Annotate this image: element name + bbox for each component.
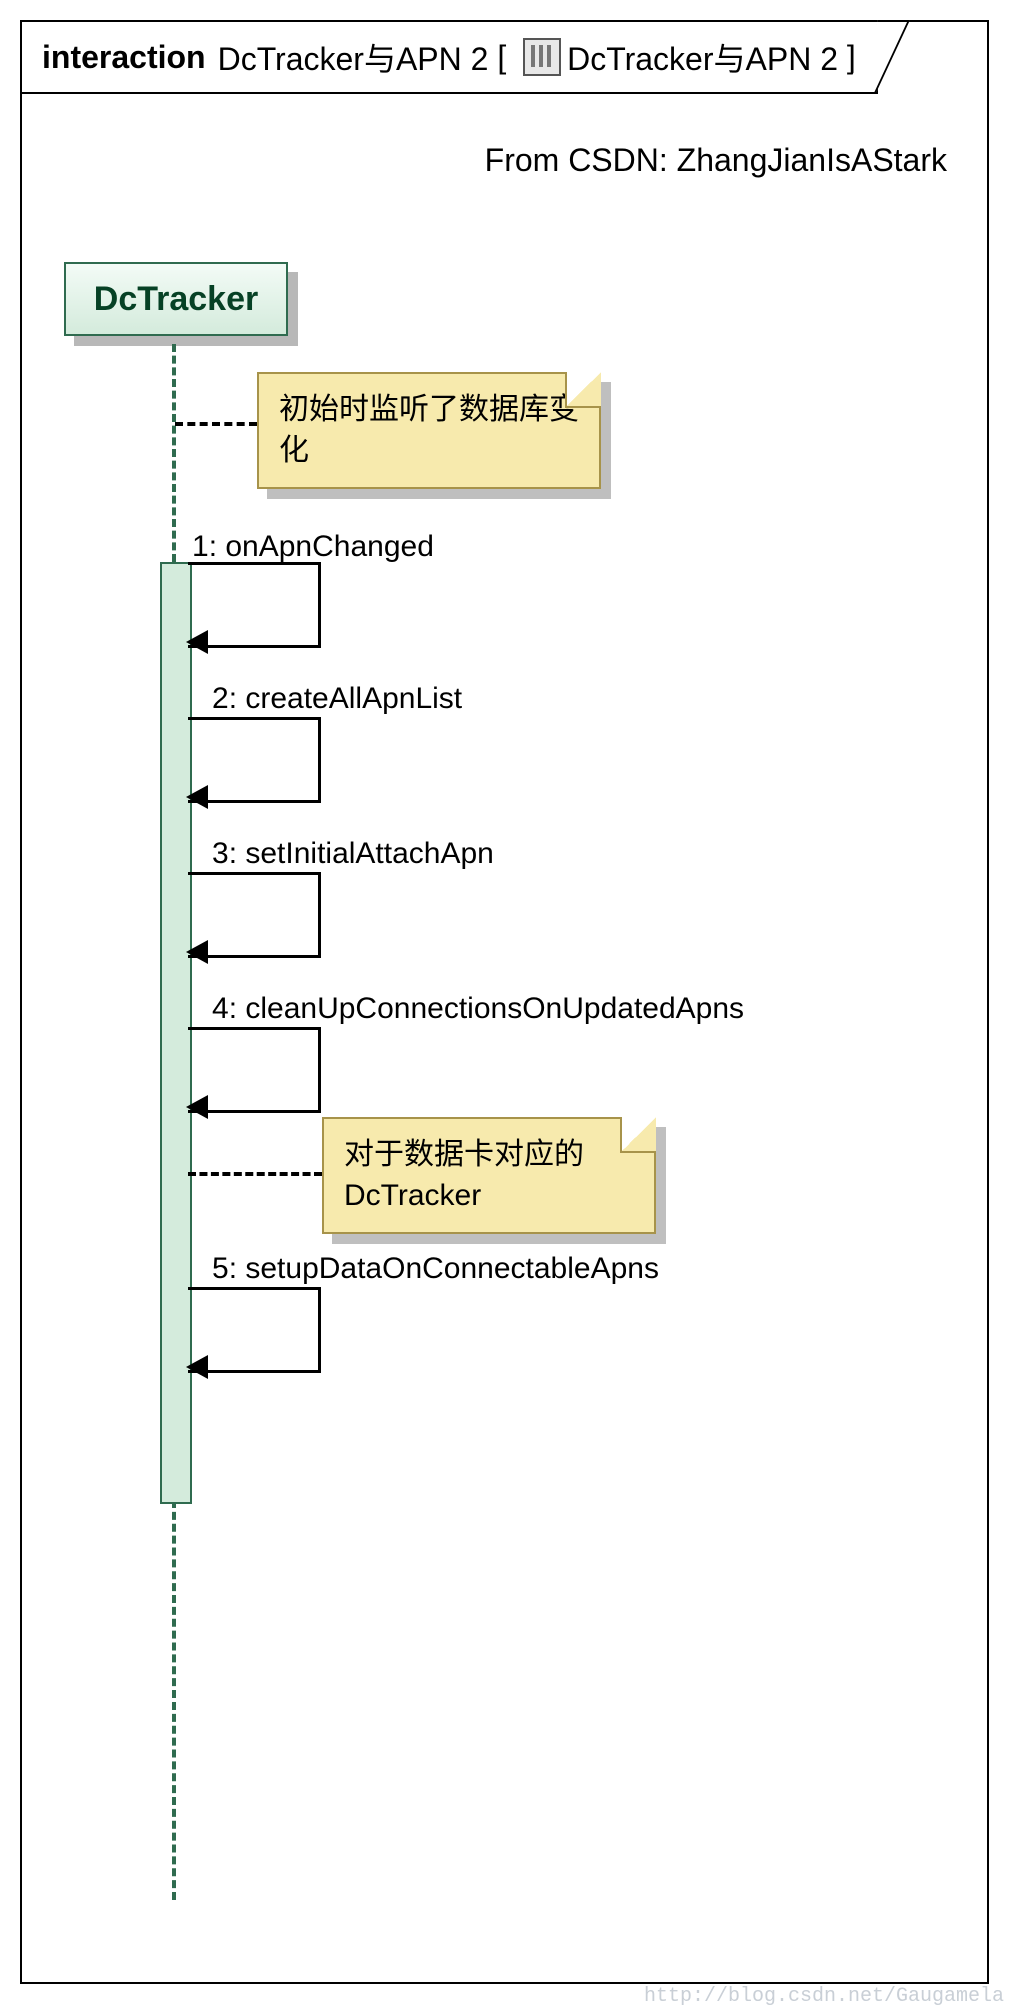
sequence-diagram: interaction DcTracker与APN 2 [ DcTracker与…	[0, 0, 1010, 2014]
note-connector	[175, 422, 257, 426]
lifeline-label: DcTracker	[94, 280, 258, 319]
interaction-title: DcTracker与APN 2	[218, 34, 489, 80]
arrow-left-icon	[186, 940, 208, 964]
diagram-ref-icon	[523, 38, 561, 76]
arrow-left-icon	[186, 630, 208, 654]
arrow-left-icon	[186, 785, 208, 809]
credit-text: From CSDN: ZhangJianIsAStark	[22, 142, 947, 179]
note-datacard-dctracker: 对于数据卡对应的 DcTracker	[322, 1117, 656, 1234]
note-fold-icon	[620, 1117, 656, 1153]
message-label: 3: setInitialAttachApn	[212, 837, 494, 871]
arrow-left-icon	[186, 1355, 208, 1379]
watermark-text: http://blog.csdn.net/Gaugamela	[644, 1985, 1004, 2008]
bracket-close: ]	[838, 39, 856, 76]
message-label: 2: createAllApnList	[212, 682, 462, 716]
message-label: 1: onApnChanged	[192, 530, 434, 564]
note-text: 对于数据卡对应的	[344, 1138, 584, 1171]
lifeline-dash	[172, 344, 176, 562]
interaction-frame: interaction DcTracker与APN 2 [ DcTracker与…	[20, 20, 989, 1984]
tab-border-mask	[22, 22, 906, 24]
bracket-open: [	[488, 39, 515, 76]
interaction-tab: interaction DcTracker与APN 2 [ DcTracker与…	[20, 20, 878, 94]
lifeline-dash	[172, 1500, 176, 1900]
note-text: 初始时监听了数据库变化	[279, 393, 579, 467]
note-initial-listen: 初始时监听了数据库变化	[257, 372, 601, 489]
interaction-bracket-label: DcTracker与APN 2	[567, 34, 838, 80]
arrow-left-icon	[186, 1095, 208, 1119]
message-label: 5: setupDataOnConnectableApns	[212, 1252, 659, 1286]
message-label: 4: cleanUpConnectionsOnUpdatedApns	[212, 992, 744, 1026]
note-text: DcTracker	[344, 1179, 481, 1212]
lifeline-head: DcTracker	[64, 262, 288, 336]
note-connector	[188, 1172, 322, 1176]
note-fold-icon	[565, 372, 601, 408]
interaction-keyword: interaction	[42, 39, 206, 76]
